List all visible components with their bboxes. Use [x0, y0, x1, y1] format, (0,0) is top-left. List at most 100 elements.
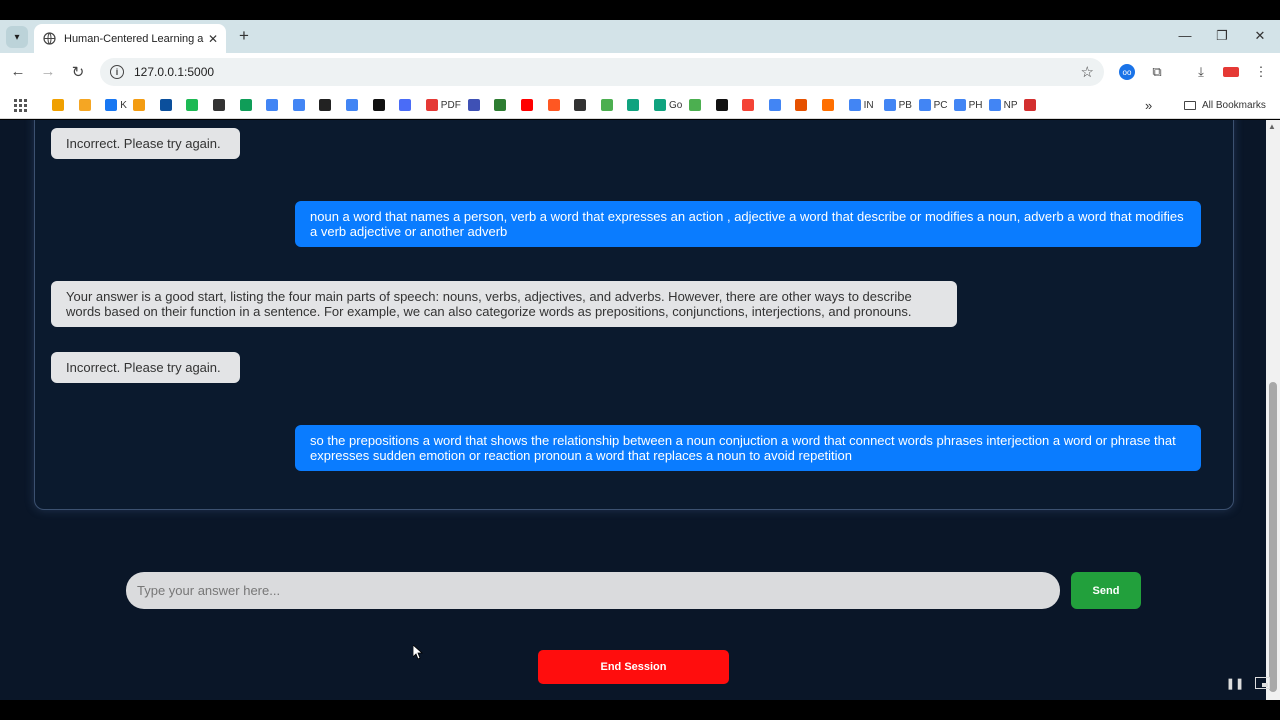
bookmark-item[interactable] [521, 97, 536, 113]
bookmark-item[interactable] [213, 97, 228, 113]
reload-icon[interactable]: ↻ [68, 63, 88, 81]
bookmark-item[interactable] [52, 97, 67, 113]
bookmark-item[interactable] [372, 97, 388, 113]
bookmark-item[interactable] [1023, 97, 1039, 113]
bookmark-item[interactable] [689, 97, 704, 113]
bookmark-favicon-icon [521, 99, 533, 111]
bookmark-favicon-icon [78, 99, 91, 111]
bookmark-item[interactable] [627, 97, 642, 113]
active-tab[interactable]: Human-Centered Learning and ✕ [34, 24, 226, 53]
more-bookmarks-chevron-icon[interactable]: » [1145, 97, 1152, 113]
bookmark-item[interactable]: PC [918, 97, 948, 113]
download-icon[interactable]: ⤓ [1192, 63, 1210, 81]
picture-in-picture-icon[interactable] [1253, 676, 1271, 690]
bookmark-favicon-icon [467, 99, 480, 111]
bookmark-item[interactable] [547, 97, 563, 113]
scroll-up-arrow-icon[interactable]: ▲ [1268, 122, 1276, 131]
tab-search-button[interactable]: ▾ [6, 26, 28, 48]
apps-grid-icon[interactable] [14, 97, 27, 113]
bookmark-item[interactable]: PDF [425, 97, 461, 113]
tab-strip: ▾ Human-Centered Learning and ✕ + — ❐ ✕ [0, 20, 1280, 53]
bookmark-favicon-icon [742, 99, 755, 111]
scroll-thumb[interactable] [1269, 382, 1277, 692]
bookmark-item[interactable] [266, 97, 281, 113]
pause-icon[interactable]: ❚❚ [1226, 676, 1244, 690]
app-page: Incorrect. Please try again. noun a word… [0, 120, 1280, 700]
bot-message: Incorrect. Please try again. [51, 352, 240, 383]
bookmark-item[interactable] [715, 97, 731, 113]
bookmark-item[interactable] [292, 97, 308, 113]
bot-message: Incorrect. Please try again. [51, 128, 240, 159]
bookmark-item[interactable] [319, 97, 334, 113]
bookmark-item[interactable] [186, 97, 201, 113]
bookmark-favicon-icon [425, 99, 438, 111]
back-arrow-icon[interactable]: ← [8, 63, 28, 80]
bookmark-item[interactable] [239, 97, 255, 113]
page-scrollbar[interactable]: ▲ [1266, 120, 1280, 700]
bookmark-item[interactable] [795, 97, 810, 113]
bookmark-favicon-icon [494, 99, 507, 111]
bookmark-item[interactable]: K [105, 97, 127, 113]
bookmark-favicon-icon [319, 99, 332, 111]
new-tab-button[interactable]: + [234, 26, 254, 46]
bookmark-favicon-icon [600, 99, 613, 111]
bookmark-favicon-icon [239, 99, 252, 111]
bookmark-favicon-icon [346, 99, 358, 111]
bookmark-favicon-icon [883, 99, 896, 111]
extension-icon[interactable]: oo [1118, 63, 1136, 81]
close-tab-icon[interactable]: ✕ [208, 32, 218, 46]
browser-toolbar: ← → ↻ i 127.0.0.1:5000 ☆ oo ⧉ ⤓ ⋮ [0, 53, 1280, 91]
tab-title: Human-Centered Learning and [64, 32, 204, 45]
bookmark-item[interactable] [78, 97, 94, 113]
address-bar[interactable]: i 127.0.0.1:5000 ☆ [100, 58, 1104, 86]
bookmark-item[interactable] [467, 97, 483, 113]
url-text: 127.0.0.1:5000 [134, 65, 215, 79]
chat-history-panel[interactable]: Incorrect. Please try again. noun a word… [34, 120, 1234, 510]
bookmark-label: PH [968, 99, 983, 111]
restore-icon[interactable]: ❐ [1212, 28, 1232, 44]
bookmark-item[interactable] [574, 97, 589, 113]
bookmark-favicon-icon [372, 99, 385, 111]
forward-arrow-icon[interactable]: → [38, 63, 58, 80]
bookmark-item[interactable] [133, 97, 148, 113]
bookmark-label: PB [898, 99, 912, 111]
bookmark-label: NP [1003, 99, 1018, 111]
answer-input[interactable] [126, 572, 1060, 609]
bookmark-label: PC [933, 99, 948, 111]
bookmark-favicon-icon [105, 99, 118, 111]
bookmark-item[interactable] [822, 97, 837, 113]
bookmark-favicon-icon [988, 99, 1001, 111]
bookmark-item[interactable] [399, 97, 414, 113]
bookmark-item[interactable]: NP [988, 97, 1018, 113]
bookmark-favicon-icon [822, 99, 834, 111]
send-button[interactable]: Send [1071, 572, 1141, 609]
bookmark-item[interactable] [742, 97, 757, 113]
bookmark-item[interactable]: Go [654, 97, 682, 113]
end-session-button[interactable]: End Session [538, 650, 729, 684]
bookmark-item[interactable]: IN [848, 97, 874, 113]
globe-icon [42, 32, 56, 46]
bookmark-item[interactable]: PB [883, 97, 912, 113]
minimize-icon[interactable]: — [1175, 28, 1195, 43]
bookmark-item[interactable] [494, 97, 509, 113]
bookmark-favicon-icon [213, 99, 225, 111]
all-bookmarks-button[interactable]: All Bookmarks [1184, 97, 1266, 113]
bookmark-item[interactable]: PH [953, 97, 983, 113]
bookmark-label: K [120, 99, 127, 111]
bookmark-favicon-icon [768, 99, 781, 111]
bot-message: Your answer is a good start, listing the… [51, 281, 957, 327]
bookmark-item[interactable] [768, 97, 784, 113]
menu-kebab-icon[interactable]: ⋮ [1252, 63, 1270, 81]
bookmark-favicon-icon [399, 99, 412, 111]
bookmark-item[interactable] [346, 97, 361, 113]
bookmark-star-icon[interactable]: ☆ [1081, 63, 1094, 81]
close-window-icon[interactable]: ✕ [1250, 28, 1270, 44]
bookmark-favicon-icon [292, 99, 305, 111]
bookmark-item[interactable] [159, 97, 175, 113]
bookmark-item[interactable] [600, 97, 616, 113]
site-info-icon[interactable]: i [110, 65, 124, 79]
folder-icon [1184, 100, 1196, 110]
screen: ▾ Human-Centered Learning and ✕ + — ❐ ✕ … [0, 0, 1280, 720]
extensions-puzzle-icon[interactable]: ⧉ [1148, 63, 1166, 81]
profile-icon[interactable] [1222, 63, 1240, 81]
